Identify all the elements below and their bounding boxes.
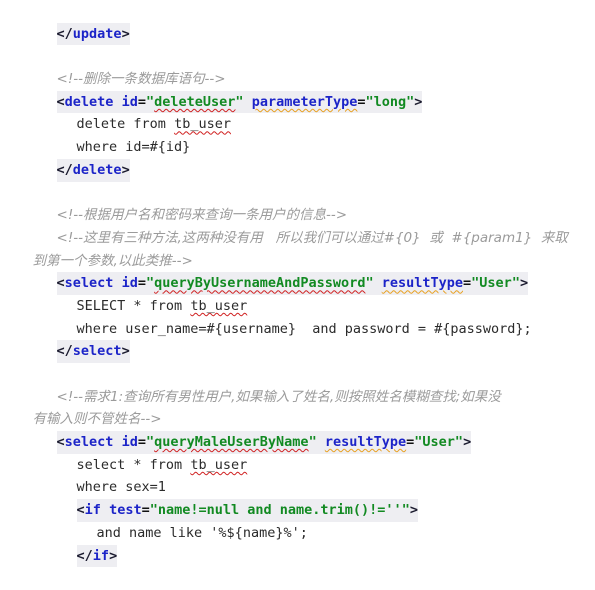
quote-open: " [149, 502, 158, 519]
code-line[interactable]: </update> [0, 0, 595, 46]
xml-comment: <!--这里有三种方法,这两种没有用 所以我们可以通过#{0} 或 #{para… [56, 229, 568, 246]
equals-sign: = [137, 434, 146, 451]
sql-text: select * from [76, 456, 191, 473]
angle-bracket-close-icon: > [109, 547, 118, 564]
xml-comment: <!--根据用户名和密码来查询一条用户的信息--> [56, 207, 348, 224]
attribute-value-id: queryByUsernameAndPassword [154, 275, 366, 292]
xml-close-tag-if: </if> [76, 544, 118, 568]
angle-bracket-open-icon: < [76, 547, 85, 564]
angle-bracket-open-icon: < [56, 25, 65, 42]
slash-icon: / [64, 25, 73, 42]
angle-bracket-open-icon: < [56, 343, 65, 360]
tag-name: if [92, 547, 110, 564]
tag-name: if [84, 502, 101, 519]
attribute-value-test: name!=null and name.trim()!='' [157, 502, 402, 519]
equals-sign: = [137, 275, 146, 292]
attribute-value-resulttype: User [479, 275, 512, 292]
attribute-name-resulttype: resultType [324, 434, 407, 451]
sql-table-name: tb_user [190, 297, 248, 314]
sql-table-name: tb_user [174, 116, 231, 133]
angle-bracket-close-icon: > [121, 25, 130, 42]
sql-table-name: tb_user [190, 456, 248, 473]
quote-open: " [145, 434, 155, 451]
quote-open: " [365, 93, 374, 110]
sql-text: SELECT * from [76, 297, 191, 314]
angle-bracket-close-icon: > [121, 343, 130, 360]
sql-text: where id=#{id} [76, 139, 191, 156]
quote-close: " [401, 502, 410, 519]
attribute-name-id: id [121, 93, 138, 110]
quote-close: " [511, 275, 520, 292]
attribute-name-id: id [121, 275, 138, 292]
quote-close: " [308, 434, 317, 451]
tag-name: select [64, 434, 114, 451]
attribute-name-test: test [109, 502, 142, 519]
angle-bracket-open-icon: < [56, 93, 65, 110]
xml-open-tag-select-query-by-username-and-password: <select id="queryByUsernameAndPassword" … [56, 272, 529, 295]
xml-comment-continuation: 有输入则不管姓名--> [32, 411, 162, 428]
angle-bracket-close-icon: > [121, 161, 130, 178]
quote-close: " [454, 434, 464, 451]
attribute-name-resulttype: resultType [381, 275, 464, 292]
quote-open: " [145, 275, 155, 292]
quote-close: " [365, 275, 374, 292]
angle-bracket-open-icon: < [56, 275, 65, 292]
attribute-value-resulttype: User [422, 434, 455, 451]
quote-open: " [145, 93, 155, 110]
sql-text: and name like '%${name}%'; [96, 524, 308, 541]
sql-text: where sex=1 [76, 479, 166, 496]
xml-close-tag-select: </select> [56, 340, 130, 364]
code-line[interactable]: <!--删除一条数据库语句--> [0, 45, 595, 87]
angle-bracket-open-icon: < [76, 502, 85, 519]
xml-open-tag-select-query-male-user-by-name: <select id="queryMaleUserByName" resultT… [56, 431, 472, 454]
tag-name: delete [72, 161, 122, 178]
xml-close-tag-update: </update> [56, 22, 130, 46]
angle-bracket-open-icon: < [56, 434, 65, 451]
slash-icon: / [84, 547, 93, 564]
attribute-value-parametertype: long [373, 93, 407, 110]
attribute-name-parametertype: parameterType [251, 93, 358, 110]
angle-bracket-close-icon: > [519, 275, 529, 292]
xml-open-tag-delete: <delete id="deleteUser" parameterType="l… [56, 90, 423, 114]
equals-sign: = [141, 502, 150, 519]
code-editor-surface[interactable]: </update> <!--删除一条数据库语句--> <delete id="d… [0, 0, 595, 568]
slash-icon: / [64, 343, 73, 360]
xml-open-tag-if: <if test="name!=null and name.trim()!=''… [76, 499, 418, 522]
tag-name: select [64, 275, 114, 292]
attribute-value-id: queryMaleUserByName [154, 434, 309, 451]
code-line[interactable]: <!--根据用户名和密码来查询一条用户的信息--> [0, 182, 595, 223]
sql-text: where user_name=#{username} and password… [76, 320, 532, 337]
attribute-value-id: deleteUser [154, 93, 236, 110]
equals-sign: = [137, 93, 146, 110]
xml-close-tag-delete: </delete> [56, 158, 130, 182]
angle-bracket-close-icon: > [409, 502, 418, 519]
tag-name: delete [64, 93, 114, 110]
code-line[interactable]: <!--需求1:查询所有男性用户,如果输入了姓名,则按照姓名模糊查找;如果没 [0, 363, 595, 405]
xml-comment: <!--删除一条数据库语句--> [56, 71, 226, 88]
tag-name: update [72, 25, 122, 42]
attribute-name-id: id [121, 434, 138, 451]
xml-comment-continuation: 到第一个参数,以此类推--> [32, 252, 193, 269]
equals-sign: = [463, 275, 472, 292]
slash-icon: / [64, 161, 73, 178]
angle-bracket-open-icon: < [56, 161, 65, 178]
quote-close: " [235, 93, 244, 110]
tag-name: select [72, 343, 122, 360]
equals-sign: = [357, 93, 366, 110]
angle-bracket-close-icon: > [463, 434, 472, 451]
xml-comment: <!--需求1:查询所有男性用户,如果输入了姓名,则按照姓名模糊查找;如果没 [56, 388, 501, 405]
angle-bracket-close-icon: > [414, 93, 423, 110]
sql-text: delete from [76, 116, 175, 133]
